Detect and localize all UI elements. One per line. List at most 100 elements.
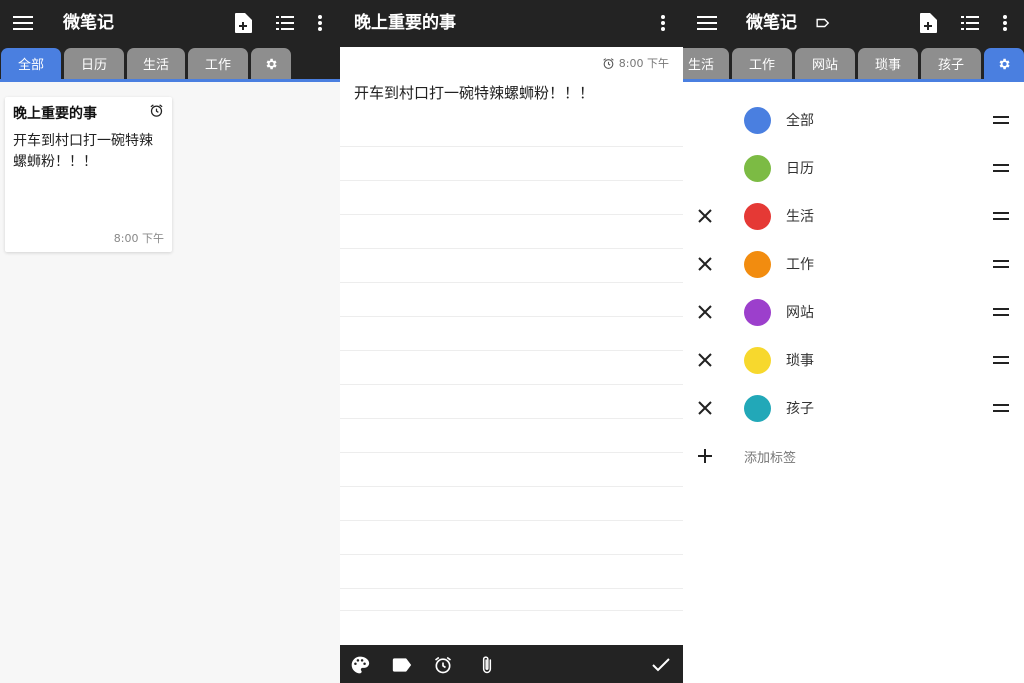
menu-icon[interactable] [11,11,35,35]
label-name: 日历 [786,161,814,177]
editor-alarm[interactable]: 8:00 下午 [602,55,669,71]
label-name: 全部 [786,113,814,129]
editor-toolbar [340,645,683,683]
label-tabs: 生活 工作 网站 琐事 孩子 [683,47,1024,82]
drag-handle-icon[interactable] [992,400,1010,416]
label-tabs: 全部 日历 生活 工作 [0,47,340,82]
tab-all[interactable]: 全部 [1,48,61,79]
close-icon[interactable] [695,398,715,418]
ruled-line [340,588,683,589]
label-manager-screen: 微笔记 生活 工作 网站 琐事 孩子 全部 日历 生活 工作 网站 琐事 孩子 添加标签 [683,0,1024,683]
editor-app-bar: 晚上重要的事 [340,0,683,47]
new-note-icon[interactable] [231,11,255,35]
drag-handle-icon[interactable] [992,208,1010,224]
tab-life[interactable]: 生活 [683,48,729,79]
add-label-text: 添加标签 [744,451,797,466]
alarm-icon[interactable] [432,654,454,676]
gear-icon [999,58,1010,69]
drag-handle-icon[interactable] [992,160,1010,176]
new-note-icon[interactable] [916,11,940,35]
tab-life[interactable]: 生活 [127,48,185,79]
ruled-line [340,486,683,487]
label-color-swatch[interactable] [744,251,771,278]
label-row[interactable]: 日历 [683,144,1024,192]
label-row[interactable]: 孩子 [683,384,1024,432]
ruled-line [340,146,683,147]
editor-body[interactable]: 开车到村口打一碗特辣螺蛳粉！！！ [354,82,669,104]
drag-handle-icon[interactable] [992,352,1010,368]
label-color-swatch[interactable] [744,299,771,326]
note-card-title: 晚上重要的事 [13,106,97,122]
add-label-button[interactable]: 添加标签 [683,432,1024,480]
label-color-swatch[interactable] [744,107,771,134]
ruled-line [340,282,683,283]
app-title: 微笔记 [746,13,797,33]
label-name: 生活 [786,209,814,225]
label-outline-icon[interactable] [811,11,835,35]
label-row[interactable]: 琐事 [683,336,1024,384]
app-bar: 微笔记 [683,0,1024,47]
note-card-time: 8:00 下午 [113,232,164,245]
label-icon[interactable] [391,654,413,676]
ruled-line [340,180,683,181]
alarm-icon [149,103,164,118]
plus-icon [695,446,715,466]
label-row[interactable]: 生活 [683,192,1024,240]
tab-settings[interactable] [251,48,291,79]
note-card[interactable]: 晚上重要的事 开车到村口打一碗特辣螺蛳粉！！！ 8:00 下午 [5,97,172,252]
tab-settings[interactable] [984,48,1024,79]
label-name: 网站 [786,305,814,321]
notes-list-screen: 微笔记 全部 日历 生活 工作 晚上重要的事 开车到村口打一碗特辣螺蛳粉！！！ … [0,0,340,683]
check-icon[interactable] [650,654,672,676]
ruled-line [340,520,683,521]
note-editor-screen: 晚上重要的事 8:00 下午 开车到村口打一碗特辣螺蛳粉！！！ [340,0,683,683]
tab-website[interactable]: 网站 [795,48,855,79]
label-row[interactable]: 网站 [683,288,1024,336]
attach-icon[interactable] [476,654,498,676]
list-view-icon[interactable] [273,11,297,35]
ruled-line [340,384,683,385]
label-color-swatch[interactable] [744,347,771,374]
label-color-swatch[interactable] [744,155,771,182]
list-view-icon[interactable] [958,11,982,35]
label-name: 孩子 [786,401,814,417]
ruled-line [340,554,683,555]
tab-work[interactable]: 工作 [188,48,248,79]
label-name: 琐事 [786,353,814,369]
drag-handle-icon[interactable] [992,304,1010,320]
editor-alarm-time: 8:00 下午 [618,57,669,70]
drag-handle-icon[interactable] [992,112,1010,128]
label-color-swatch[interactable] [744,395,771,422]
close-icon[interactable] [695,350,715,370]
close-icon[interactable] [695,206,715,226]
ruled-line [340,610,683,611]
note-card-body: 开车到村口打一碗特辣螺蛳粉！！！ [13,133,153,170]
tab-kids[interactable]: 孩子 [921,48,981,79]
app-bar: 微笔记 [0,0,340,47]
tab-chores[interactable]: 琐事 [858,48,918,79]
palette-icon[interactable] [349,654,371,676]
more-icon[interactable] [651,11,675,35]
more-icon[interactable] [308,11,332,35]
ruled-line [340,316,683,317]
label-row[interactable]: 工作 [683,240,1024,288]
app-title: 微笔记 [63,13,114,33]
close-icon[interactable] [695,302,715,322]
ruled-line [340,350,683,351]
ruled-line [340,452,683,453]
more-icon[interactable] [993,11,1017,35]
ruled-line [340,418,683,419]
drag-handle-icon[interactable] [992,256,1010,272]
tab-calendar[interactable]: 日历 [64,48,124,79]
menu-icon[interactable] [695,11,719,35]
label-color-swatch[interactable] [744,203,771,230]
close-icon[interactable] [695,254,715,274]
editor-title[interactable]: 晚上重要的事 [354,12,456,34]
tab-work[interactable]: 工作 [732,48,792,79]
alarm-icon [603,57,614,69]
ruled-line [340,248,683,249]
label-name: 工作 [786,257,814,273]
ruled-line [340,214,683,215]
gear-icon [266,58,277,69]
label-row[interactable]: 全部 [683,96,1024,144]
